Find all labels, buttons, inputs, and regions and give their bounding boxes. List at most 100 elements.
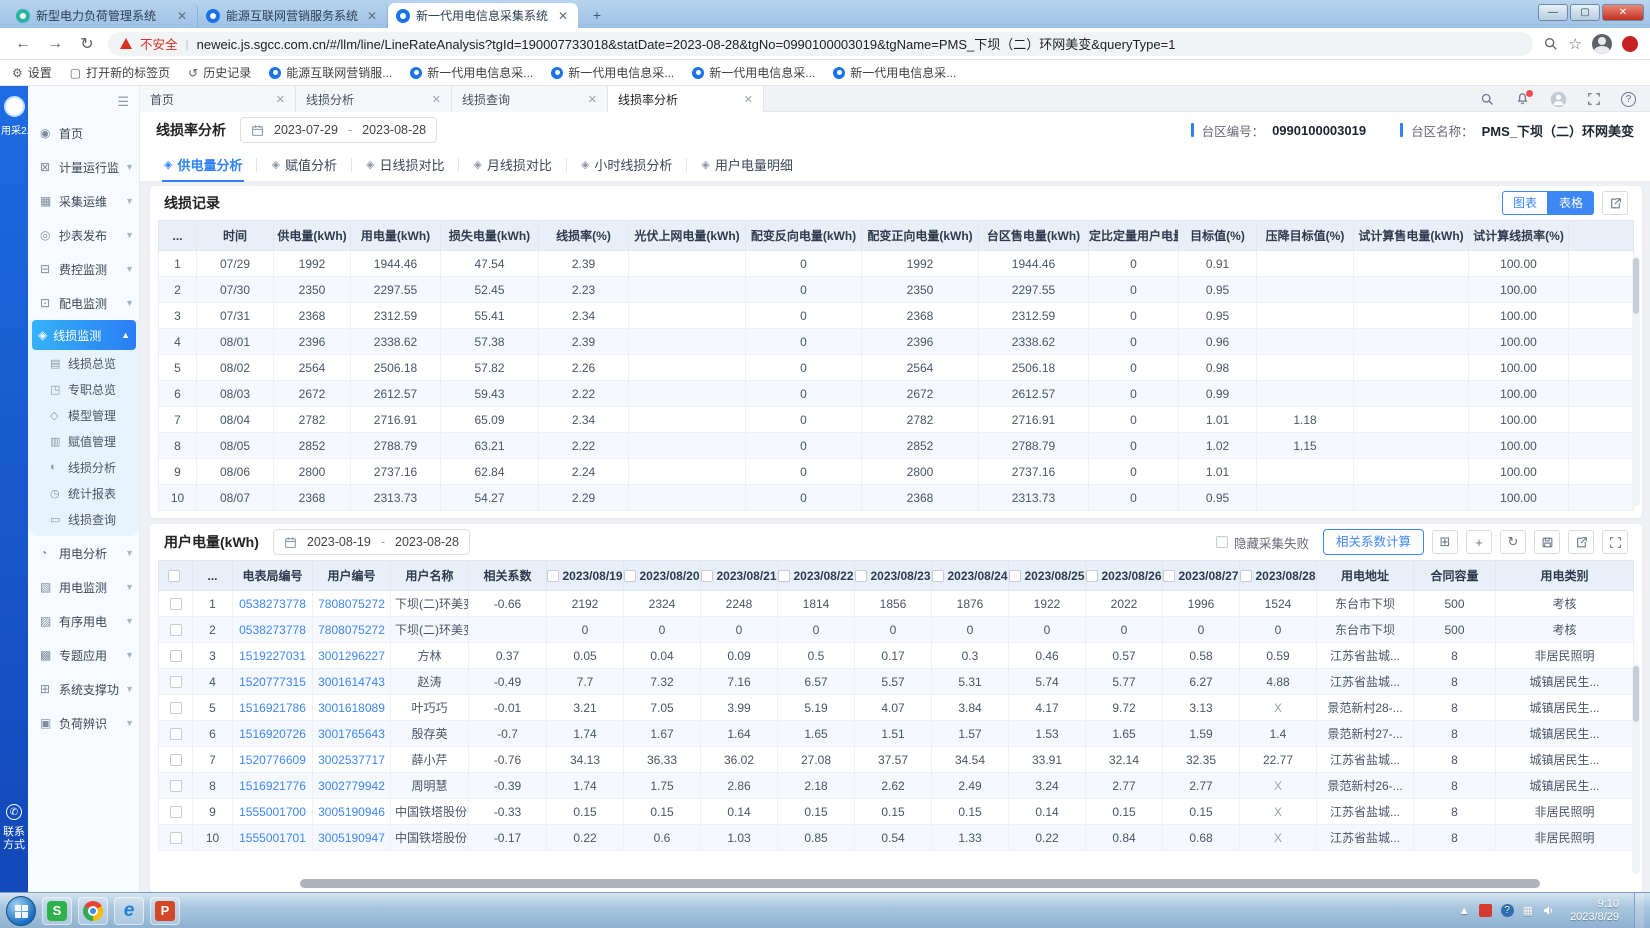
page-tab-线损查询[interactable]: 线损查询✕: [452, 86, 608, 112]
bookmark-item[interactable]: ⚙设置: [12, 64, 52, 81]
sidebar-subitem-赋值管理[interactable]: ▥赋值管理: [28, 428, 140, 454]
sidebar-item-抄表发布[interactable]: ◎抄表发布▼: [28, 218, 140, 252]
horizontal-scrollbar[interactable]: [300, 879, 1540, 888]
taskbar-ie-icon[interactable]: e: [114, 897, 144, 925]
sidebar-item-系统支撑功能[interactable]: ⊞系统支撑功能▼: [28, 672, 140, 706]
taskbar-clock[interactable]: 9:10 2023/8/29: [1570, 898, 1619, 924]
row-checkbox[interactable]: [170, 832, 182, 844]
user-date-end[interactable]: 2023-08-28: [395, 535, 459, 549]
row-checkbox[interactable]: [170, 702, 182, 714]
tab-close-icon[interactable]: ✕: [175, 9, 189, 23]
sidebar-subitem-线损总览[interactable]: ▤线损总览: [28, 350, 140, 376]
date-column-checkbox[interactable]: [701, 570, 713, 582]
grid-view-icon[interactable]: ⊞: [1432, 530, 1458, 554]
meter-id-link[interactable]: 0538273778: [233, 591, 313, 617]
tray-keyboard-icon[interactable]: ▦: [1523, 904, 1533, 917]
loss-table-scrollbar[interactable]: [1632, 256, 1640, 506]
subtab-用户电量明细[interactable]: ◈用户电量明细: [687, 148, 806, 182]
bookmark-item[interactable]: 能源互联网营销服...: [269, 64, 392, 81]
date-column-checkbox[interactable]: [855, 570, 867, 582]
taskbar-chrome-icon[interactable]: [78, 897, 108, 925]
tab-close-icon[interactable]: ✕: [556, 9, 570, 23]
hide-failed-checkbox[interactable]: [1216, 536, 1228, 548]
date-start[interactable]: 2023-07-29: [274, 123, 338, 137]
tab-close-icon[interactable]: ✕: [365, 9, 379, 23]
refresh-table-icon[interactable]: ↻: [1500, 530, 1526, 554]
url-bar[interactable]: 不安全 | neweic.js.sgcc.com.cn/#/llm/line/L…: [108, 32, 1533, 56]
row-checkbox[interactable]: [170, 624, 182, 636]
export-icon[interactable]: [1602, 191, 1628, 215]
tray-app-icon[interactable]: [1479, 904, 1492, 917]
subtab-小时线损分析[interactable]: ◈小时线损分析: [567, 148, 686, 182]
user-id-link[interactable]: 3005190947: [313, 825, 391, 851]
user-date-start[interactable]: 2023-08-19: [307, 535, 371, 549]
sidebar-item-负荷辨识[interactable]: ▣负荷辨识▼: [28, 706, 140, 740]
bookmark-item[interactable]: 新一代用电信息采...: [692, 64, 815, 81]
user-id-link[interactable]: 3002779942: [313, 773, 391, 799]
date-column-checkbox[interactable]: [1163, 570, 1175, 582]
user-id-link[interactable]: 7808075272: [313, 617, 391, 643]
sidebar-item-用电监测[interactable]: ▧用电监测▼: [28, 570, 140, 604]
correlation-calc-button[interactable]: 相关系数计算: [1323, 529, 1424, 555]
update-badge-icon[interactable]: [1622, 36, 1638, 52]
date-column-checkbox[interactable]: [1240, 570, 1252, 582]
meter-id-link[interactable]: 1555001700: [233, 799, 313, 825]
user-id-link[interactable]: 3002537717: [313, 747, 391, 773]
sidebar-item-线损监测[interactable]: ◈线损监测▲: [32, 320, 136, 350]
sidebar-collapse-icon[interactable]: ☰: [117, 94, 129, 110]
select-all-checkbox[interactable]: [168, 570, 180, 582]
sidebar-subitem-统计报表[interactable]: ◷统计报表: [28, 480, 140, 506]
sidebar-subitem-线损分析[interactable]: ◐线损分析: [28, 454, 140, 480]
maximize-button[interactable]: ▢: [1570, 4, 1600, 21]
loss-date-range-picker[interactable]: 2023-07-29 - 2023-08-28: [240, 117, 437, 143]
user-id-link[interactable]: 3001614743: [313, 669, 391, 695]
toggle-table-button[interactable]: 表格: [1548, 191, 1594, 215]
date-column-checkbox[interactable]: [547, 570, 559, 582]
sidebar-subitem-专职总览[interactable]: ◳专职总览: [28, 376, 140, 402]
meter-id-link[interactable]: 1520777315: [233, 669, 313, 695]
start-button[interactable]: [6, 896, 36, 926]
user-id-link[interactable]: 3001765643: [313, 721, 391, 747]
meter-id-link[interactable]: 1555001701: [233, 825, 313, 851]
taskbar-powerpoint-icon[interactable]: P: [150, 897, 180, 925]
bookmark-item[interactable]: ↺历史记录: [188, 64, 251, 81]
row-checkbox[interactable]: [170, 806, 182, 818]
user-id-link[interactable]: 3001296227: [313, 643, 391, 669]
bookmark-item[interactable]: ▢打开新的标签页: [70, 64, 170, 81]
notification-bell-icon[interactable]: [1515, 92, 1530, 107]
page-tab-线损率分析[interactable]: 线损率分析✕: [608, 86, 764, 112]
contact-widget[interactable]: ✆ 联系方式: [0, 804, 28, 852]
date-column-checkbox[interactable]: [1086, 570, 1098, 582]
url-text[interactable]: neweic.js.sgcc.com.cn/#/llm/line/LineRat…: [197, 34, 1176, 53]
row-checkbox[interactable]: [170, 780, 182, 792]
sidebar-item-计量运行监测[interactable]: ⊠计量运行监测▼: [28, 150, 140, 184]
taskbar-wps-icon[interactable]: S: [42, 897, 72, 925]
sidebar-item-费控监测[interactable]: ⊟费控监测▼: [28, 252, 140, 286]
browser-tab[interactable]: 新型电力负荷管理系统✕: [8, 3, 198, 28]
tab-close-icon[interactable]: ✕: [276, 93, 285, 106]
tray-help-icon[interactable]: ?: [1501, 904, 1514, 917]
subtab-赋值分析[interactable]: ◈赋值分析: [257, 148, 350, 182]
fullscreen-icon[interactable]: [1587, 92, 1601, 106]
tray-volume-icon[interactable]: [1542, 904, 1555, 917]
meter-id-link[interactable]: 0538273778: [233, 617, 313, 643]
user-id-link[interactable]: 7808075272: [313, 591, 391, 617]
page-tab-线损分析[interactable]: 线损分析✕: [296, 86, 452, 112]
row-checkbox[interactable]: [170, 754, 182, 766]
export-table-icon[interactable]: [1568, 530, 1594, 554]
meter-id-link[interactable]: 1519227031: [233, 643, 313, 669]
table-fullscreen-icon[interactable]: [1602, 530, 1628, 554]
toggle-chart-button[interactable]: 图表: [1502, 191, 1548, 215]
hide-failed-option[interactable]: 隐藏采集失败: [1216, 533, 1309, 552]
sidebar-item-有序用电[interactable]: ▨有序用电▼: [28, 604, 140, 638]
date-column-checkbox[interactable]: [778, 570, 790, 582]
browser-tab[interactable]: 新一代用电信息采集系统✕: [388, 3, 578, 28]
date-column-checkbox[interactable]: [932, 570, 944, 582]
tab-close-icon[interactable]: ✕: [432, 93, 441, 106]
date-column-checkbox[interactable]: [1009, 570, 1021, 582]
security-label[interactable]: 不安全: [140, 34, 178, 53]
date-end[interactable]: 2023-08-28: [362, 123, 426, 137]
user-table-scrollbar[interactable]: [1632, 664, 1640, 874]
bookmark-item[interactable]: 新一代用电信息采...: [833, 64, 956, 81]
meter-id-link[interactable]: 1516921776: [233, 773, 313, 799]
